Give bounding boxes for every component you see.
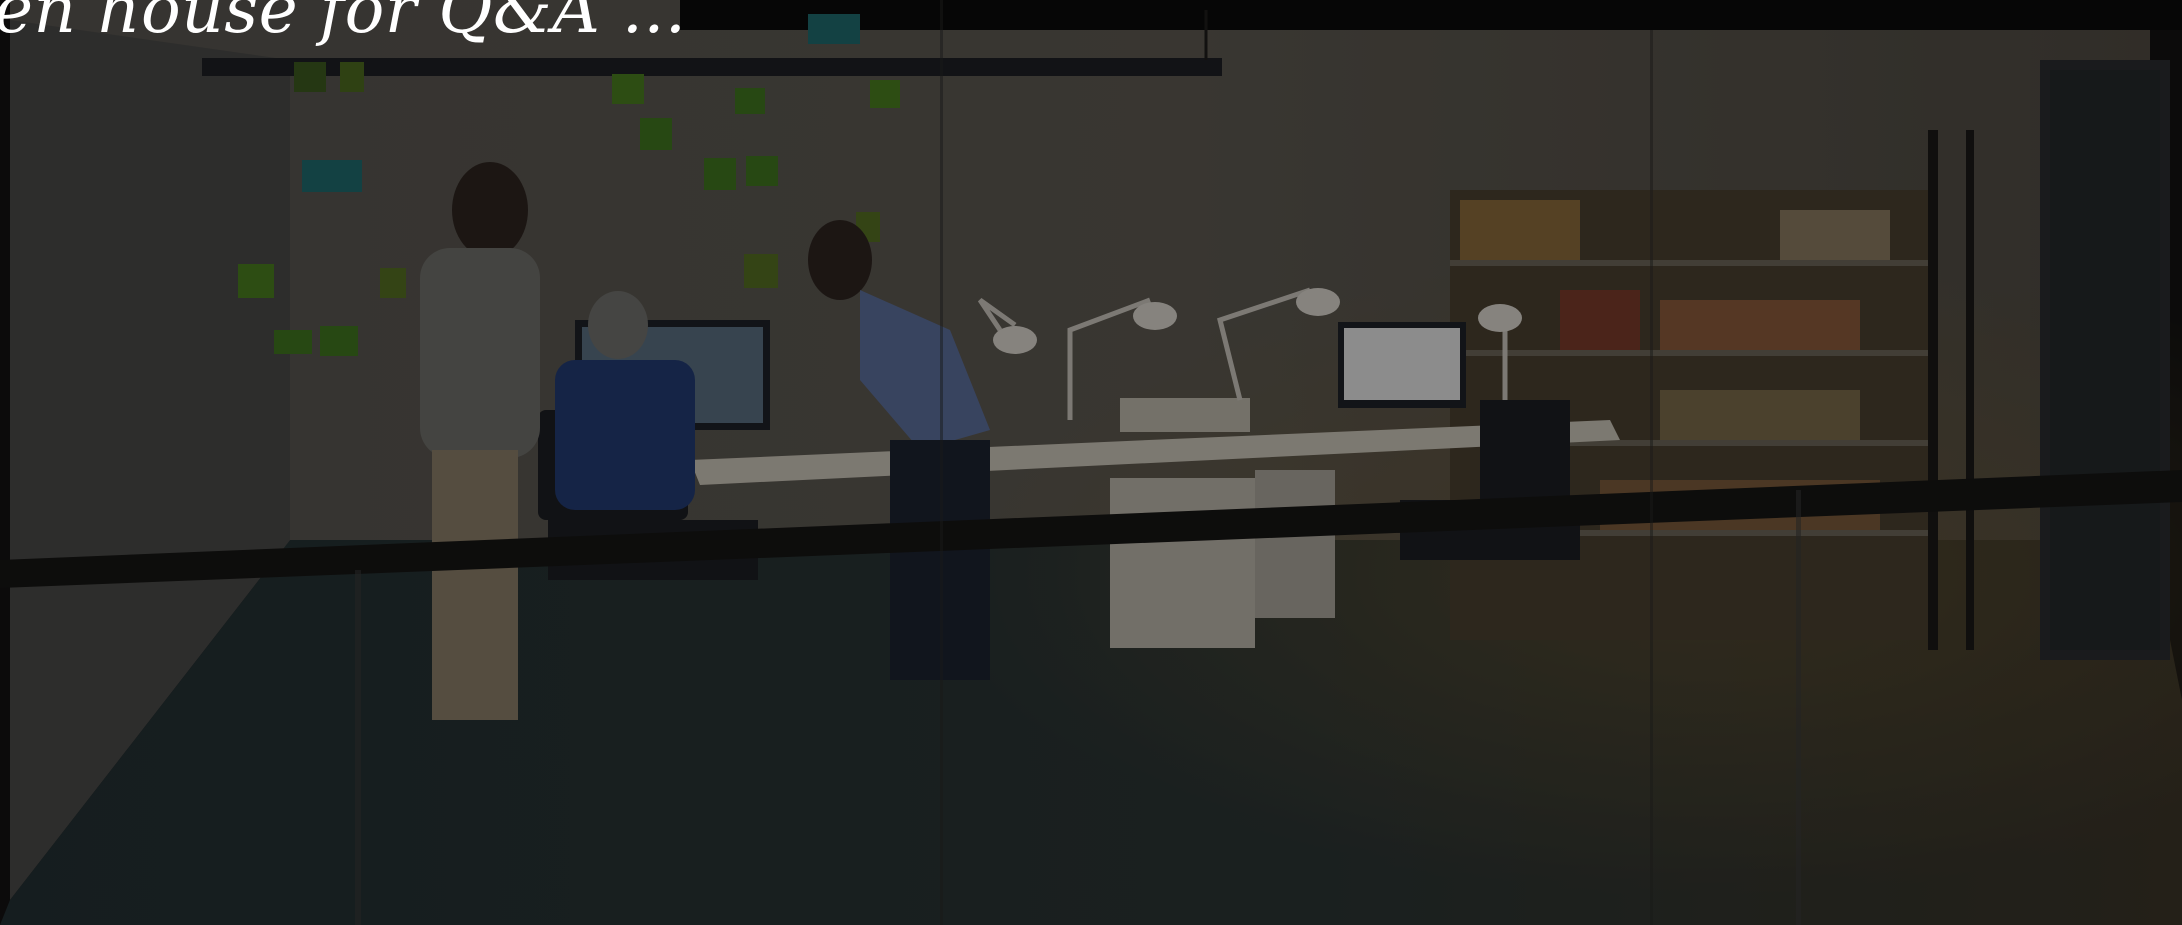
hero-banner: en house for Q&A ... bbox=[0, 0, 2182, 925]
hero-title: en house for Q&A ... bbox=[0, 0, 687, 48]
office-background-image bbox=[0, 0, 2182, 925]
